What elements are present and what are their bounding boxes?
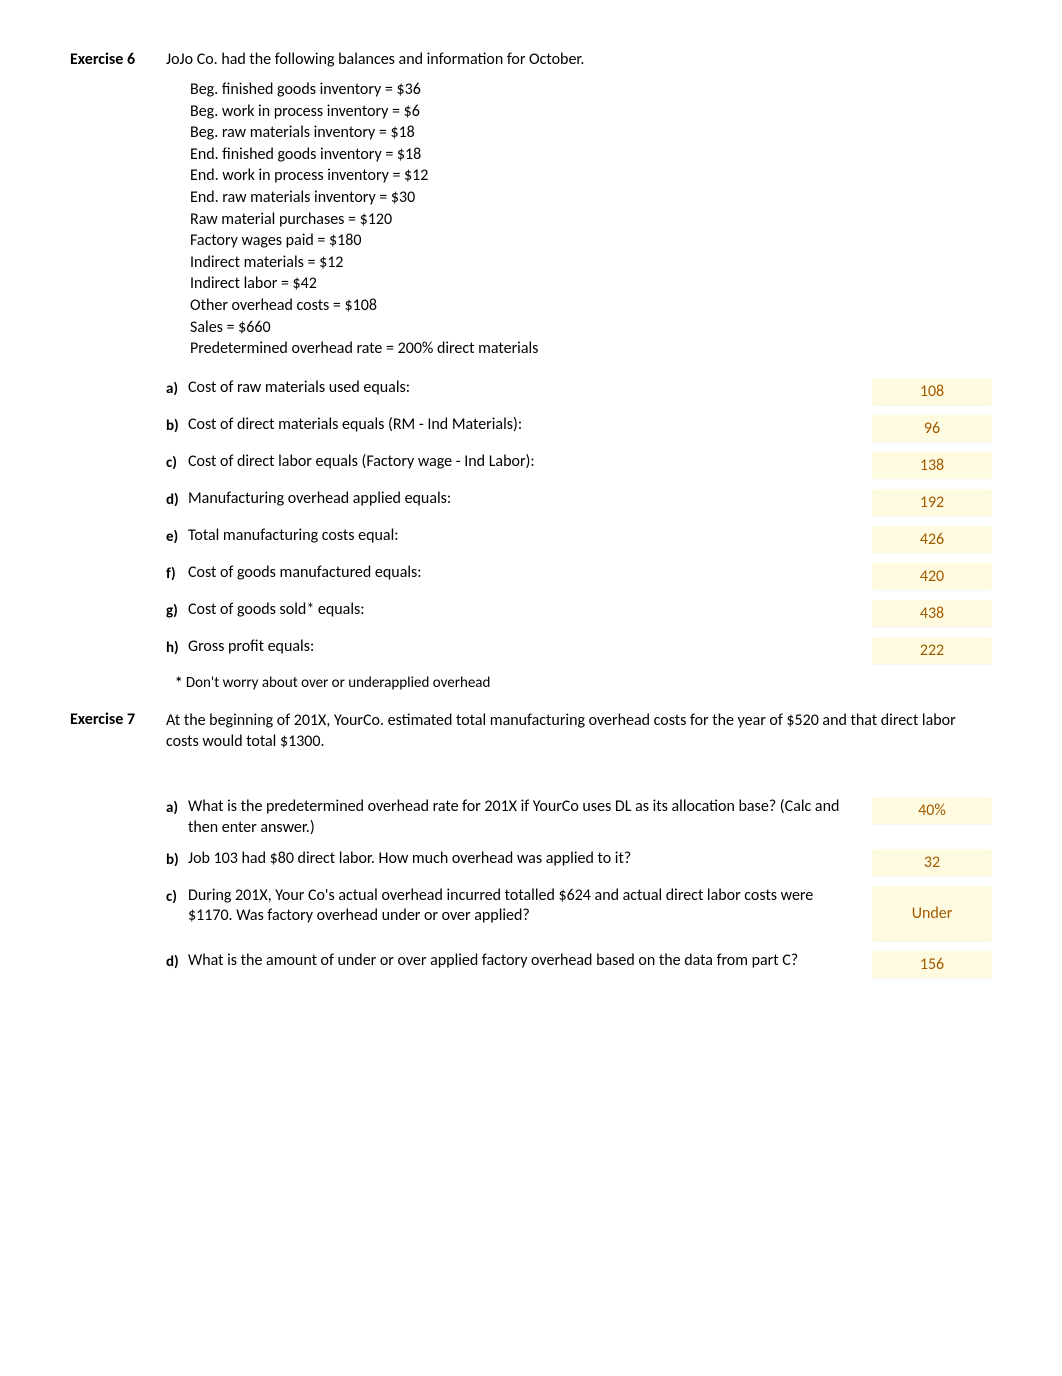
question-row: d) What is the amount of under or over a…: [166, 951, 992, 978]
answer-cell[interactable]: 222: [872, 637, 992, 664]
info-line: Beg. work in process inventory = $6: [190, 101, 992, 123]
answer-cell[interactable]: 40%: [872, 797, 992, 824]
question-text: Cost of direct labor equals (Factory wag…: [188, 452, 872, 473]
info-line: End. finished goods inventory = $18: [190, 144, 992, 166]
answer-cell[interactable]: 138: [872, 452, 992, 479]
question-row: a) Cost of raw materials used equals: 10…: [166, 378, 992, 405]
answer-cell[interactable]: 426: [872, 526, 992, 553]
question-row: c) During 201X, Your Co's actual overhea…: [166, 886, 992, 941]
question-label: e): [166, 526, 188, 546]
footnote-text: Don't worry about over or underapplied o…: [186, 674, 490, 692]
question-text: Cost of direct materials equals (RM - In…: [188, 415, 872, 436]
question-text: Total manufacturing costs equal:: [188, 526, 872, 547]
question-row: a) What is the predetermined overhead ra…: [166, 797, 992, 839]
info-line: Beg. finished goods inventory = $36: [190, 79, 992, 101]
question-text: Gross profit equals:: [188, 637, 872, 658]
question-row: c) Cost of direct labor equals (Factory …: [166, 452, 992, 479]
exercise7-intro: At the beginning of 201X, YourCo. estima…: [166, 710, 992, 753]
question-label: a): [166, 797, 188, 817]
exercise7-questions: a) What is the predetermined overhead ra…: [166, 797, 992, 978]
question-label: a): [166, 378, 188, 398]
info-line: Other overhead costs = $108: [190, 295, 992, 317]
question-label: g): [166, 600, 188, 620]
question-label: c): [166, 886, 188, 906]
question-text: Job 103 had $80 direct labor. How much o…: [188, 849, 872, 870]
question-row: d) Manufacturing overhead applied equals…: [166, 489, 992, 516]
info-line: Predetermined overhead rate = 200% direc…: [190, 338, 992, 360]
question-text: Cost of goods sold* equals:: [188, 600, 872, 621]
info-line: Beg. raw materials inventory = $18: [190, 122, 992, 144]
info-line: Raw material purchases = $120: [190, 209, 992, 231]
exercise6-header: Exercise 6 JoJo Co. had the following ba…: [70, 50, 992, 69]
question-label: b): [166, 415, 188, 435]
question-label: d): [166, 951, 188, 971]
answer-cell[interactable]: Under: [872, 886, 992, 941]
exercise7-label: Exercise 7: [70, 710, 166, 729]
answer-cell[interactable]: 438: [872, 600, 992, 627]
question-text: What is the predetermined overhead rate …: [188, 797, 872, 839]
footnote-star: *: [175, 674, 182, 692]
exercise6-footnote: * Don't worry about over or underapplied…: [175, 674, 992, 692]
question-row: e) Total manufacturing costs equal: 426: [166, 526, 992, 553]
question-row: b) Job 103 had $80 direct labor. How muc…: [166, 849, 992, 876]
answer-cell[interactable]: 96: [872, 415, 992, 442]
info-line: Sales = $660: [190, 317, 992, 339]
question-label: h): [166, 637, 188, 657]
info-line: Factory wages paid = $180: [190, 230, 992, 252]
question-label: d): [166, 489, 188, 509]
answer-cell[interactable]: 108: [872, 378, 992, 405]
exercise6-info-block: Beg. finished goods inventory = $36 Beg.…: [190, 79, 992, 360]
answer-cell[interactable]: 32: [872, 849, 992, 876]
exercise6-intro: JoJo Co. had the following balances and …: [166, 50, 992, 69]
exercise7-header: Exercise 7 At the beginning of 201X, You…: [70, 710, 992, 753]
question-text: Manufacturing overhead applied equals:: [188, 489, 872, 510]
answer-cell[interactable]: 156: [872, 951, 992, 978]
question-row: f) Cost of goods manufactured equals: 42…: [166, 563, 992, 590]
exercise6-questions: a) Cost of raw materials used equals: 10…: [166, 378, 992, 664]
question-row: g) Cost of goods sold* equals: 438: [166, 600, 992, 627]
question-row: b) Cost of direct materials equals (RM -…: [166, 415, 992, 442]
info-line: Indirect labor = $42: [190, 273, 992, 295]
question-label: b): [166, 849, 188, 869]
question-row: h) Gross profit equals: 222: [166, 637, 992, 664]
question-label: f): [166, 563, 188, 583]
question-label: c): [166, 452, 188, 472]
answer-cell[interactable]: 420: [872, 563, 992, 590]
info-line: End. raw materials inventory = $30: [190, 187, 992, 209]
info-line: End. work in process inventory = $12: [190, 165, 992, 187]
info-line: Indirect materials = $12: [190, 252, 992, 274]
exercise6-label: Exercise 6: [70, 50, 166, 69]
question-text: What is the amount of under or over appl…: [188, 951, 872, 972]
answer-cell[interactable]: 192: [872, 489, 992, 516]
question-text: Cost of goods manufactured equals:: [188, 563, 872, 584]
question-text: During 201X, Your Co's actual overhead i…: [188, 886, 872, 928]
question-text: Cost of raw materials used equals:: [188, 378, 872, 399]
